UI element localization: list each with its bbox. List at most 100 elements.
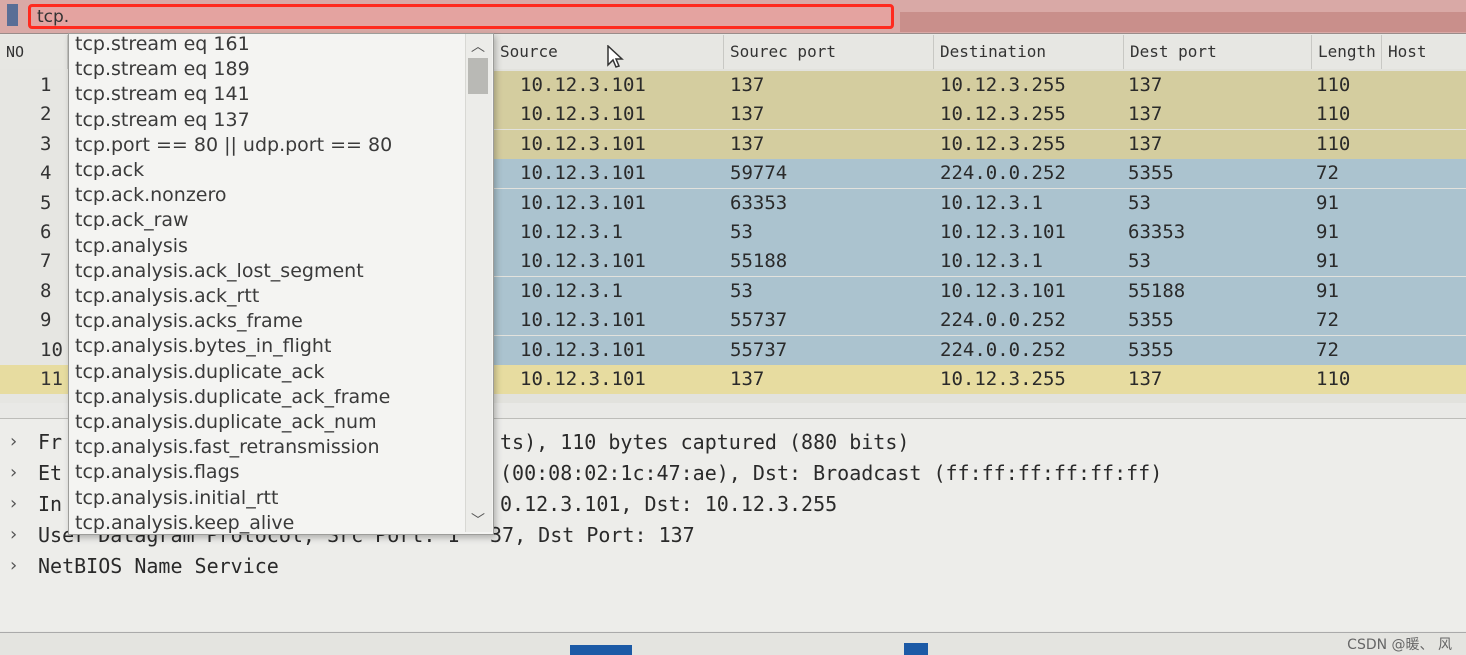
autocomplete-item[interactable]: tcp.analysis.keep_alive [75,511,294,534]
packet-source-port: 53 [730,221,753,243]
packet-dest-port: 137 [1128,132,1163,155]
packet-no: 8 [40,279,52,302]
packet-length: 110 [1316,368,1351,390]
packet-source-port: 63353 [730,191,788,214]
packet-destination: 10.12.3.255 [940,132,1066,155]
detail-text: 37, Dst Port: 137 [490,523,695,547]
packet-source-port: 137 [730,132,765,155]
autocomplete-item[interactable]: tcp.analysis.ack_rtt [75,284,259,309]
packet-destination: 10.12.3.255 [940,103,1066,126]
packet-dest-port: 137 [1128,103,1163,126]
column-header-host[interactable]: Host [1382,35,1466,69]
packet-source: 10.12.3.101 [520,191,646,214]
autocomplete-scrollbar[interactable]: ︿ ﹀ [465,34,492,532]
packet-source: 10.12.3.101 [520,338,646,361]
autocomplete-item[interactable]: tcp.analysis [75,234,188,259]
packet-source: 10.12.3.101 [520,309,646,332]
packet-dest-port: 55188 [1128,279,1186,302]
packet-no: 5 [40,191,52,214]
packet-length: 110 [1316,103,1351,126]
packet-no: 10 [40,338,63,361]
autocomplete-item[interactable]: tcp.analysis.flags [75,460,240,485]
autocomplete-item[interactable]: tcp.analysis.duplicate_ack_num [75,410,377,435]
mouse-pointer-icon [607,45,624,68]
packet-length: 110 [1316,132,1351,155]
packet-destination: 10.12.3.101 [940,279,1066,302]
packet-source-port: 55737 [730,338,788,361]
packet-dest-port: 5355 [1128,338,1174,361]
chevron-right-icon[interactable]: › [10,520,17,550]
packet-no: 6 [40,221,52,243]
column-header-source-port[interactable]: Sourec port [724,35,934,69]
autocomplete-item[interactable]: tcp.stream eq 189 [75,57,250,82]
packet-source-port: 137 [730,103,765,126]
bytes-highlight [904,643,928,655]
packet-no: 9 [40,309,52,332]
packet-destination: 224.0.0.252 [940,338,1066,361]
detail-tree-item[interactable]: › NetBIOS Name Service [0,551,1466,581]
packet-source-port: 55188 [730,250,788,273]
packet-dest-port: 137 [1128,368,1163,390]
display-filter-bar [0,0,1466,34]
detail-prefix: Et [38,461,63,485]
packet-no: 3 [40,132,52,155]
column-header-no[interactable]: NO [0,35,68,69]
detail-text: (00:08:02:1c:47:ae), Dst: Broadcast (ff:… [500,461,1163,485]
column-header-destination[interactable]: Destination [934,35,1124,69]
autocomplete-item[interactable]: tcp.ack.nonzero [75,183,227,208]
column-header-dest-port[interactable]: Dest port [1124,35,1312,69]
autocomplete-item[interactable]: tcp.ack [75,158,144,183]
autocomplete-item[interactable]: tcp.stream eq 141 [75,82,250,107]
detail-prefix: In [38,492,63,516]
chevron-up-icon[interactable]: ︿ [471,36,485,56]
packet-destination: 224.0.0.252 [940,309,1066,332]
packet-source-port: 53 [730,279,753,302]
packet-length: 91 [1316,221,1339,243]
chevron-right-icon[interactable]: › [10,427,17,457]
packet-length: 72 [1316,162,1339,185]
packet-source: 10.12.3.1 [520,221,623,243]
packet-length: 110 [1316,74,1351,96]
chevron-right-icon[interactable]: › [10,489,17,519]
packet-dest-port: 63353 [1128,221,1186,243]
packet-source: 10.12.3.101 [520,250,646,273]
autocomplete-item[interactable]: tcp.analysis.acks_frame [75,309,303,334]
packet-source-port: 137 [730,368,765,390]
packet-length: 91 [1316,279,1339,302]
packet-source: 10.12.3.101 [520,103,646,126]
packet-source-port: 137 [730,74,765,96]
chevron-right-icon[interactable]: › [10,458,17,488]
packet-dest-port: 53 [1128,250,1151,273]
autocomplete-item[interactable]: tcp.ack_raw [75,208,189,233]
detail-text: 0.12.3.101, Dst: 10.12.3.255 [500,492,838,516]
packet-no: 2 [40,103,52,126]
packet-bytes-pane [0,632,1466,655]
bookmark-icon[interactable] [7,4,18,26]
packet-destination: 10.12.3.255 [940,74,1066,96]
autocomplete-item[interactable]: tcp.stream eq 161 [75,34,250,57]
chevron-right-icon[interactable]: › [10,551,17,581]
autocomplete-item[interactable]: tcp.analysis.duplicate_ack_frame [75,385,390,410]
column-header-length[interactable]: Length [1312,35,1382,69]
autocomplete-item[interactable]: tcp.port == 80 || udp.port == 80 [75,133,392,158]
packet-source-port: 55737 [730,309,788,332]
packet-length: 72 [1316,309,1339,332]
packet-destination: 10.12.3.1 [940,191,1043,214]
chevron-down-icon[interactable]: ﹀ [471,510,485,530]
packet-no: 11 [40,368,63,390]
autocomplete-item[interactable]: tcp.stream eq 137 [75,108,250,133]
autocomplete-item[interactable]: tcp.analysis.duplicate_ack [75,360,325,385]
scrollbar-thumb[interactable] [468,58,488,94]
detail-prefix: NetBIOS Name Service [38,554,279,578]
filter-autocomplete-list[interactable]: tcp.stream eq 161 tcp.stream eq 189 tcp.st… [68,33,494,535]
autocomplete-item[interactable]: tcp.analysis.fast_retransmission [75,435,380,460]
packet-destination: 224.0.0.252 [940,162,1066,185]
packet-length: 91 [1316,191,1339,214]
packet-destination: 10.12.3.101 [940,221,1066,243]
autocomplete-item[interactable]: tcp.analysis.initial_rtt [75,486,278,511]
autocomplete-item[interactable]: tcp.analysis.bytes_in_flight [75,334,331,359]
packet-source: 10.12.3.101 [520,74,646,96]
packet-length: 72 [1316,338,1339,361]
display-filter-input[interactable] [28,4,894,29]
autocomplete-item[interactable]: tcp.analysis.ack_lost_segment [75,259,364,284]
